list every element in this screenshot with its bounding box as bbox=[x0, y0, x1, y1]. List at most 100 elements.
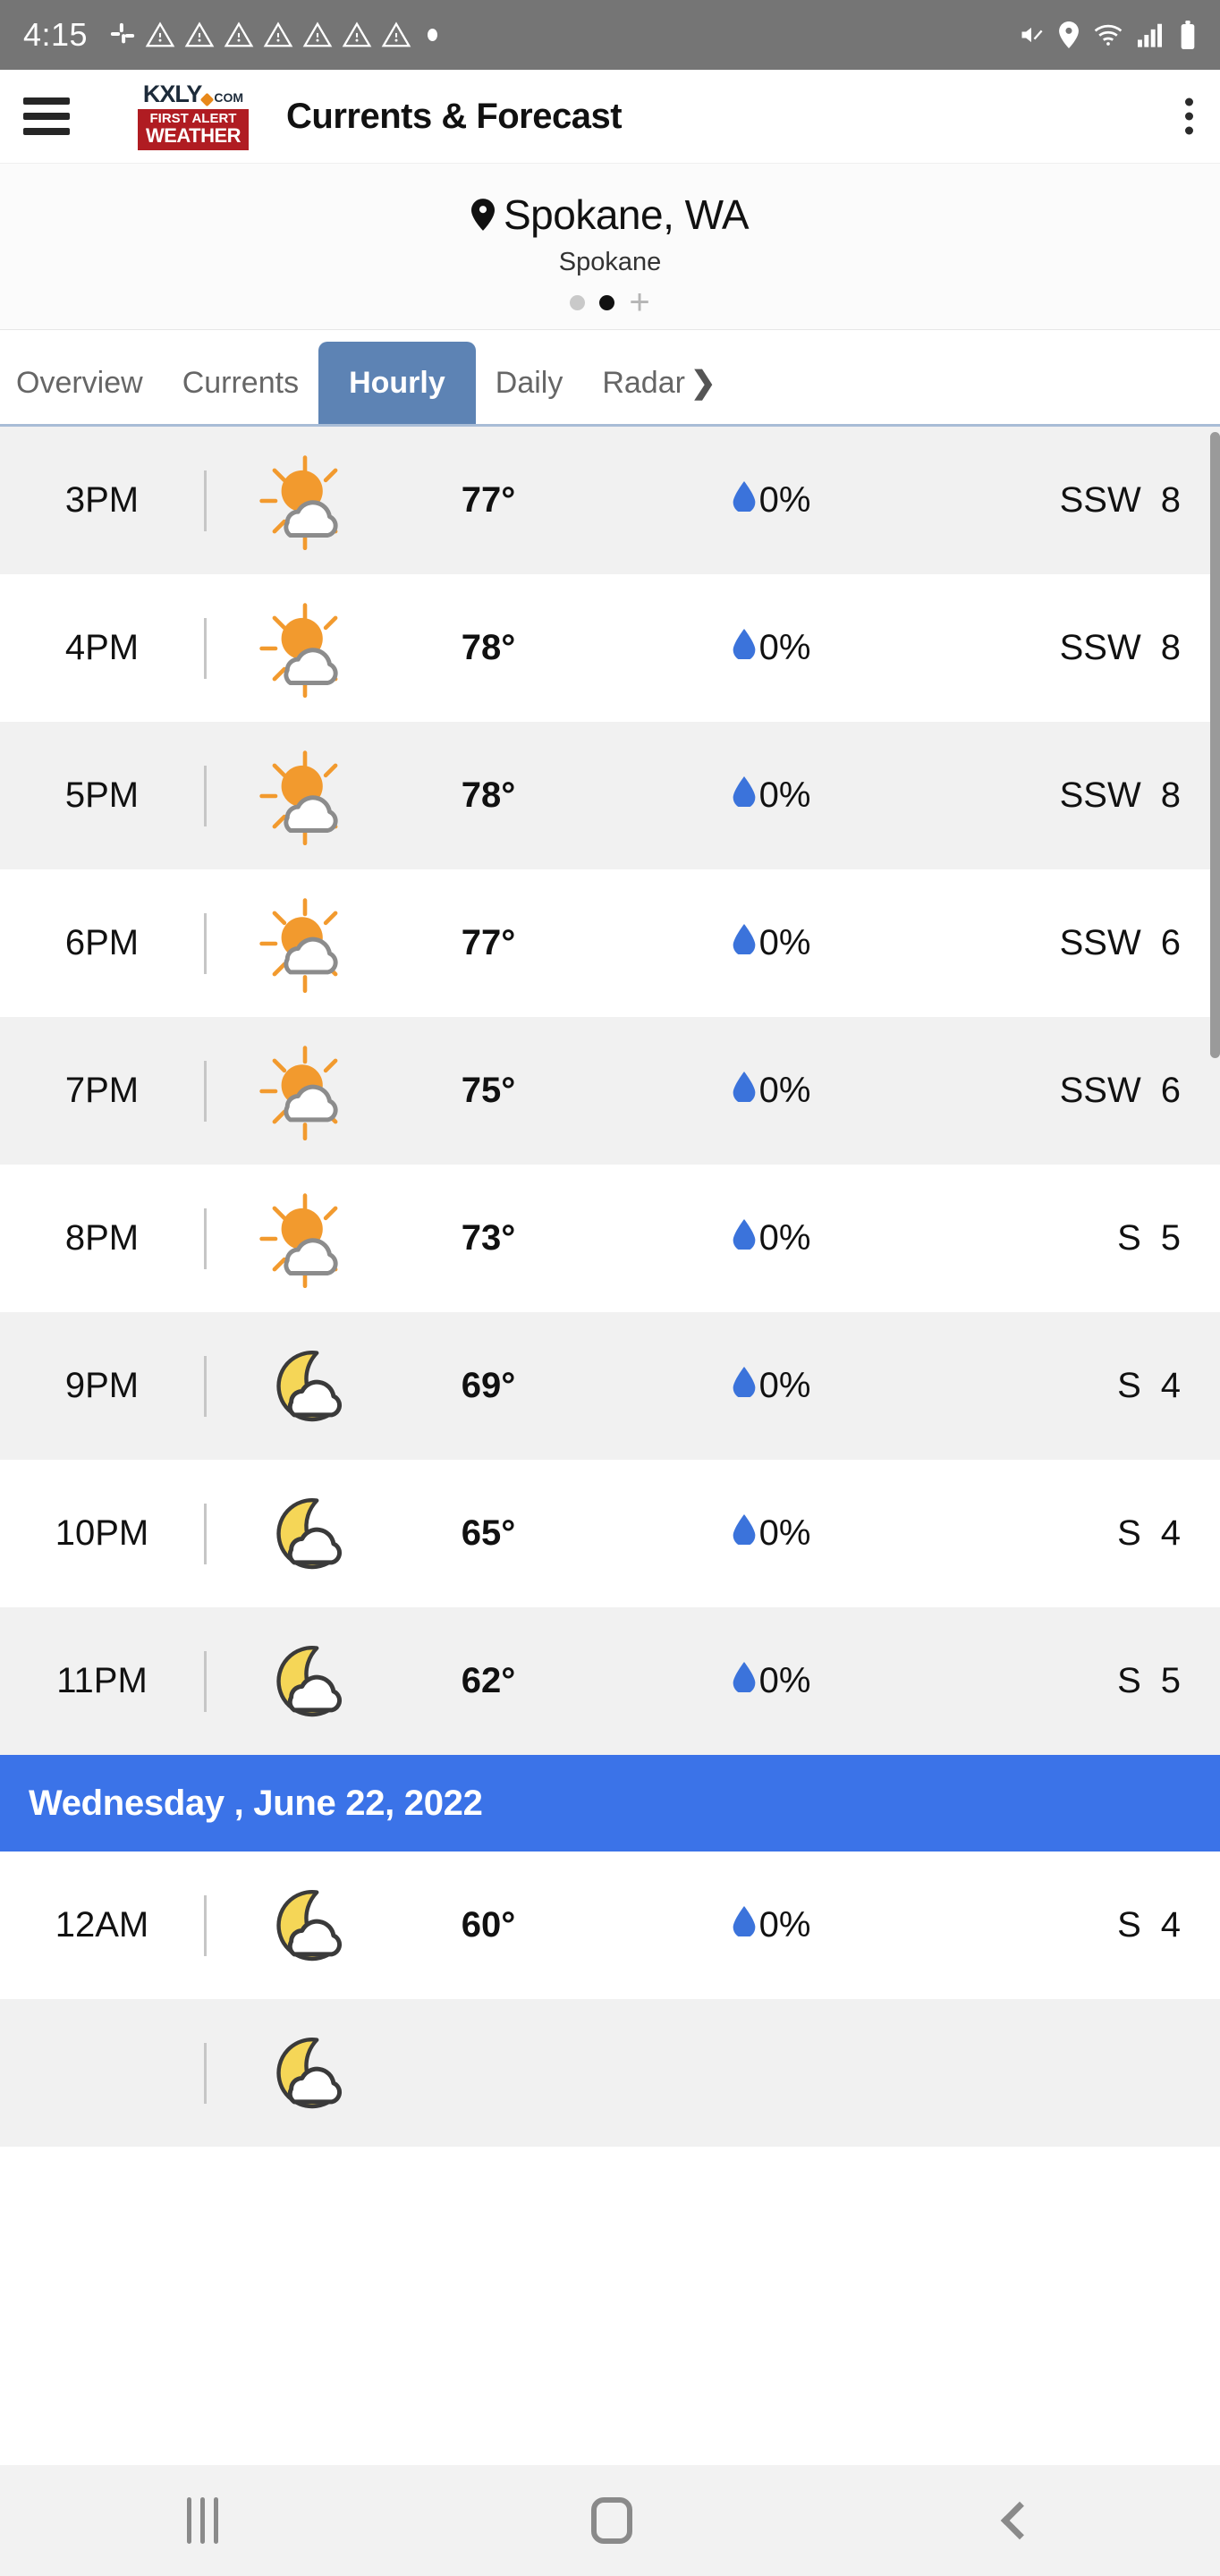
precip-value: 0% bbox=[758, 1218, 811, 1258]
hourly-precipitation: 0% bbox=[573, 1661, 970, 1701]
hourly-row-partial[interactable] bbox=[0, 1999, 1220, 2147]
hourly-precipitation: 0% bbox=[573, 1366, 970, 1406]
tab-daily[interactable]: Daily bbox=[476, 342, 583, 424]
home-icon[interactable] bbox=[591, 2497, 633, 2544]
signal-icon bbox=[1138, 22, 1165, 47]
hourly-precipitation: 0% bbox=[573, 923, 970, 963]
logo-brand-text: KXLY bbox=[142, 80, 203, 108]
kebab-menu-icon[interactable] bbox=[1185, 97, 1193, 135]
tab-overview-label: Overview bbox=[16, 365, 143, 400]
hourly-precipitation: 0% bbox=[573, 775, 970, 816]
hourly-temperature: 65° bbox=[461, 1513, 516, 1553]
hourly-row[interactable]: 4PM 78° 0% SSW 8 bbox=[0, 574, 1220, 722]
wind-direction: S bbox=[1117, 1218, 1141, 1258]
location-header: Spokane, WA Spokane + bbox=[0, 164, 1220, 330]
tab-hourly[interactable]: Hourly bbox=[318, 342, 476, 424]
wind-speed: 5 bbox=[1160, 1661, 1181, 1700]
recents-icon[interactable] bbox=[186, 2497, 218, 2544]
location-city-state: Spokane, WA bbox=[503, 191, 750, 238]
hourly-time: 6PM bbox=[64, 923, 140, 962]
hourly-temperature: 62° bbox=[461, 1661, 516, 1700]
kxly-logo: KXLY COM FIRST ALERT WEATHER bbox=[138, 82, 249, 150]
badge-line-2: WEATHER bbox=[145, 123, 241, 147]
hourly-row[interactable]: 3PM 77° 0% SSW 8 bbox=[0, 427, 1220, 574]
hourly-row[interactable]: 9PM 69° 0% S 4 bbox=[0, 1312, 1220, 1460]
hourly-precipitation: 0% bbox=[573, 628, 970, 668]
date-divider-label: Wednesday , June 22, 2022 bbox=[29, 1783, 483, 1823]
wind-speed: 8 bbox=[1160, 480, 1181, 520]
hourly-precipitation: 0% bbox=[573, 1513, 970, 1554]
hourly-temperature: 69° bbox=[461, 1366, 516, 1405]
status-bar-right bbox=[1018, 21, 1197, 49]
hourly-time: 12AM bbox=[55, 1905, 149, 1945]
location-pin-icon bbox=[470, 199, 504, 231]
warning-icon bbox=[145, 21, 175, 48]
hourly-wind: S 4 bbox=[970, 1905, 1220, 1945]
location-region: Spokane bbox=[558, 248, 662, 276]
water-drop-icon bbox=[733, 628, 759, 668]
app-root: 4:15 KXLY COM FIRST ALERT WEATHER Curren… bbox=[0, 0, 1220, 2576]
moon-behind-cloud-icon bbox=[207, 1485, 403, 1583]
vertical-scrollbar[interactable] bbox=[1210, 432, 1220, 1058]
add-location-button[interactable]: + bbox=[629, 284, 649, 320]
hourly-row[interactable]: 7PM 75° 0% SSW 6 bbox=[0, 1017, 1220, 1165]
status-bar-left: 4:15 bbox=[23, 16, 1018, 54]
pager-dot-1[interactable] bbox=[570, 294, 586, 310]
hourly-row[interactable]: 5PM 78° 0% SSW 8 bbox=[0, 722, 1220, 869]
page-title: Currents & Forecast bbox=[286, 96, 623, 136]
wind-direction: S bbox=[1117, 1513, 1141, 1553]
android-nav-bar bbox=[0, 2465, 1220, 2576]
warning-icon bbox=[342, 21, 372, 48]
hourly-row[interactable]: 10PM 65° 0% S 4 bbox=[0, 1460, 1220, 1607]
hourly-row[interactable]: 8PM 73° 0% S 5 bbox=[0, 1165, 1220, 1312]
pager-dot-2[interactable] bbox=[599, 294, 615, 310]
location-pager: + bbox=[0, 284, 1220, 320]
hourly-precipitation: 0% bbox=[573, 480, 970, 521]
hourly-wind: S 5 bbox=[970, 1218, 1220, 1258]
wifi-icon bbox=[1093, 22, 1123, 47]
wind-speed: 4 bbox=[1160, 1513, 1181, 1553]
precip-value: 0% bbox=[758, 480, 811, 520]
hourly-wind: S 4 bbox=[970, 1366, 1220, 1406]
wind-speed: 6 bbox=[1160, 1071, 1181, 1110]
hourly-wind: S 5 bbox=[970, 1661, 1220, 1701]
precip-value: 0% bbox=[758, 1071, 811, 1110]
wind-speed: 4 bbox=[1160, 1366, 1181, 1405]
location-title-row[interactable]: Spokane, WA bbox=[470, 191, 750, 239]
hourly-time: 7PM bbox=[64, 1071, 140, 1110]
hourly-wind: SSW 8 bbox=[970, 628, 1220, 668]
tab-currents-label: Currents bbox=[182, 365, 300, 400]
battery-icon bbox=[1179, 21, 1197, 49]
hourly-wind: SSW 6 bbox=[970, 923, 1220, 963]
location-icon bbox=[1059, 21, 1079, 48]
precip-value: 0% bbox=[758, 1661, 811, 1700]
warning-icon bbox=[184, 21, 215, 48]
mostly-cloudy-day-icon bbox=[207, 1042, 403, 1140]
warning-icon bbox=[302, 21, 333, 48]
sun-behind-cloud-icon bbox=[207, 599, 403, 698]
hourly-time: 11PM bbox=[56, 1661, 148, 1700]
hamburger-icon[interactable] bbox=[23, 97, 70, 135]
tab-overview[interactable]: Overview bbox=[0, 342, 163, 424]
wind-direction: S bbox=[1117, 1905, 1141, 1945]
hourly-temperature: 75° bbox=[461, 1071, 516, 1110]
water-drop-icon bbox=[733, 775, 759, 816]
back-icon[interactable] bbox=[1000, 2501, 1039, 2540]
tab-hourly-label: Hourly bbox=[349, 365, 445, 400]
tab-currents[interactable]: Currents bbox=[163, 342, 318, 424]
wind-direction: S bbox=[1117, 1366, 1141, 1405]
tab-bar: Overview Currents Hourly Daily Radar ❯ bbox=[0, 330, 1220, 427]
wind-speed: 8 bbox=[1160, 775, 1181, 815]
hourly-temperature: 78° bbox=[461, 628, 516, 667]
hourly-row[interactable]: 12AM 60° 0% S 4 bbox=[0, 1852, 1220, 1999]
first-alert-weather-badge: FIRST ALERT WEATHER bbox=[138, 109, 249, 150]
tab-daily-label: Daily bbox=[495, 365, 563, 400]
wind-speed: 6 bbox=[1160, 923, 1181, 962]
hourly-row[interactable]: 6PM 77° 0% SSW 6 bbox=[0, 869, 1220, 1017]
hourly-row[interactable]: 11PM 62° 0% S 5 bbox=[0, 1607, 1220, 1755]
warning-icon bbox=[224, 21, 254, 48]
hourly-time: 3PM bbox=[64, 480, 140, 520]
hourly-time: 8PM bbox=[64, 1218, 140, 1258]
tab-radar[interactable]: Radar ❯ bbox=[582, 342, 735, 424]
hourly-list[interactable]: 3PM 77° 0% SSW 8 4PM 78° 0% SSW 8 5PM 78… bbox=[0, 427, 1220, 2465]
